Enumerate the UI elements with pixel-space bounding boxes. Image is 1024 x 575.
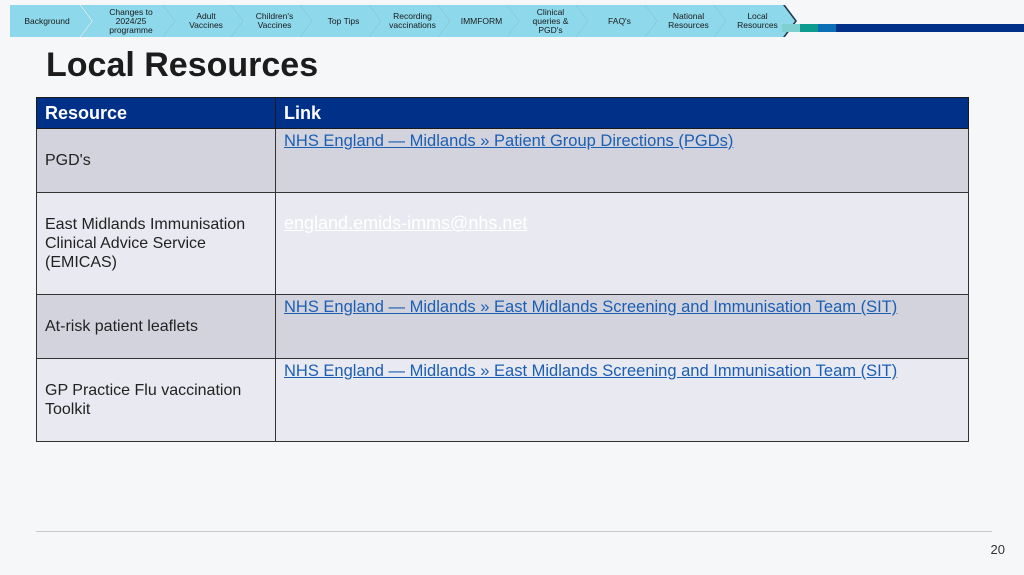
table-header-row: Resource Link bbox=[36, 97, 969, 129]
nav-item-national-resources[interactable]: National Resources bbox=[645, 5, 726, 37]
nav-item-local-resources[interactable]: Local Resources bbox=[714, 5, 795, 37]
footer-divider bbox=[36, 531, 992, 532]
resources-table: Resource Link PGD's NHS England — Midlan… bbox=[36, 97, 969, 442]
nav-item-adult-vaccines[interactable]: Adult Vaccines bbox=[163, 5, 243, 37]
nav-item-faqs[interactable]: FAQ's bbox=[576, 5, 657, 37]
column-header-link: Link bbox=[275, 97, 969, 129]
table-row: GP Practice Flu vaccination Toolkit NHS … bbox=[36, 358, 969, 442]
page-title: Local Resources bbox=[46, 46, 319, 84]
resource-cell: PGD's bbox=[36, 128, 276, 193]
nav-item-changes[interactable]: Changes to 2024/25 programme bbox=[81, 5, 175, 37]
nav-item-clinical-queries[interactable]: Clinical queries & PGD's bbox=[507, 5, 588, 37]
resource-cell: GP Practice Flu vaccination Toolkit bbox=[36, 358, 276, 442]
column-header-resource: Resource bbox=[36, 97, 276, 129]
nav-item-background[interactable]: Background bbox=[10, 5, 92, 37]
nav-item-immform[interactable]: IMMFORM bbox=[438, 5, 519, 37]
accent-bar-teal bbox=[800, 24, 818, 32]
flu-toolkit-link[interactable]: NHS England — Midlands » East Midlands S… bbox=[284, 362, 897, 380]
nav-item-childrens-vaccines[interactable]: Children's Vaccines bbox=[231, 5, 312, 37]
pgd-link[interactable]: NHS England — Midlands » Patient Group D… bbox=[284, 132, 733, 150]
accent-bar-navy bbox=[836, 24, 1024, 32]
link-cell: NHS England — Midlands » East Midlands S… bbox=[275, 294, 969, 359]
page-number: 20 bbox=[990, 542, 1005, 557]
resource-cell: East Midlands Immunisation Clinical Advi… bbox=[36, 192, 276, 295]
nav-item-top-tips[interactable]: Top Tips bbox=[300, 5, 381, 37]
link-cell: NHS England — Midlands » Patient Group D… bbox=[275, 128, 969, 193]
table-row: PGD's NHS England — Midlands » Patient G… bbox=[36, 128, 969, 193]
accent-bar-blue bbox=[818, 24, 836, 32]
table-row: East Midlands Immunisation Clinical Advi… bbox=[36, 192, 969, 295]
sit-link[interactable]: NHS England — Midlands » East Midlands S… bbox=[284, 298, 897, 316]
table-row: At-risk patient leaflets NHS England — M… bbox=[36, 294, 969, 359]
resource-cell: At-risk patient leaflets bbox=[36, 294, 276, 359]
link-cell: england.emids-imms@nhs.net bbox=[275, 192, 969, 295]
emicas-email-link[interactable]: england.emids-imms@nhs.net bbox=[284, 213, 527, 233]
accent-bar-light-teal bbox=[782, 24, 800, 32]
nav-item-recording-vaccinations[interactable]: Recording vaccinations bbox=[369, 5, 450, 37]
link-cell: NHS England — Midlands » East Midlands S… bbox=[275, 358, 969, 442]
